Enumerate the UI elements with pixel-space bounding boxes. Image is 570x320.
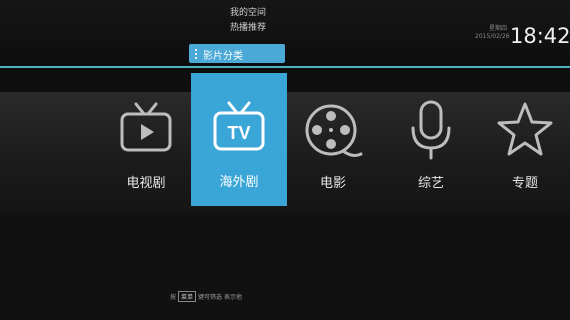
weekday-text: 星期四 [488, 25, 507, 32]
hint-text: 按菜单 键可筛选 表示他 [170, 291, 242, 302]
item-label: 海外剧 [219, 175, 259, 190]
item-label: 综艺 [417, 176, 444, 191]
item-label: 专题 [511, 176, 538, 191]
star-icon [497, 102, 553, 156]
menu-item-hot[interactable]: 热播推荐 [218, 21, 278, 36]
category-item-tv-drama[interactable]: 电视剧 [98, 92, 194, 212]
dots-icon [195, 48, 197, 59]
microphone-icon [411, 100, 451, 160]
clock: 18:42 [510, 24, 570, 48]
hint-pre: 按 [170, 294, 177, 301]
category-item-topic[interactable]: 专题 [477, 92, 570, 212]
category-item-variety[interactable]: 综艺 [383, 92, 479, 212]
divider-line [0, 66, 570, 68]
date-info: 星期四 2015/02/26 [475, 25, 510, 41]
lower-area [0, 212, 570, 320]
tab-category-label: 影片分类 [203, 51, 243, 62]
category-item-movie[interactable]: 电影 [285, 92, 381, 212]
top-menu: 我的空间 热播推荐 [218, 6, 278, 36]
hint-post: 键可筛选 表示他 [198, 294, 242, 301]
tv-icon: TV [213, 101, 265, 151]
film-reel-icon [305, 104, 363, 157]
menu-item-my-space[interactable]: 我的空间 [218, 6, 278, 21]
menu-key-badge: 菜单 [178, 291, 197, 302]
item-label: 电影 [319, 176, 346, 191]
item-label: 电视剧 [126, 176, 166, 191]
svg-text:TV: TV [227, 123, 250, 143]
tab-category[interactable]: 影片分类 [189, 44, 285, 63]
date-text: 2015/02/26 [475, 33, 510, 40]
category-item-overseas-drama[interactable]: TV 海外剧 [191, 73, 287, 206]
tv-play-icon [120, 102, 172, 152]
